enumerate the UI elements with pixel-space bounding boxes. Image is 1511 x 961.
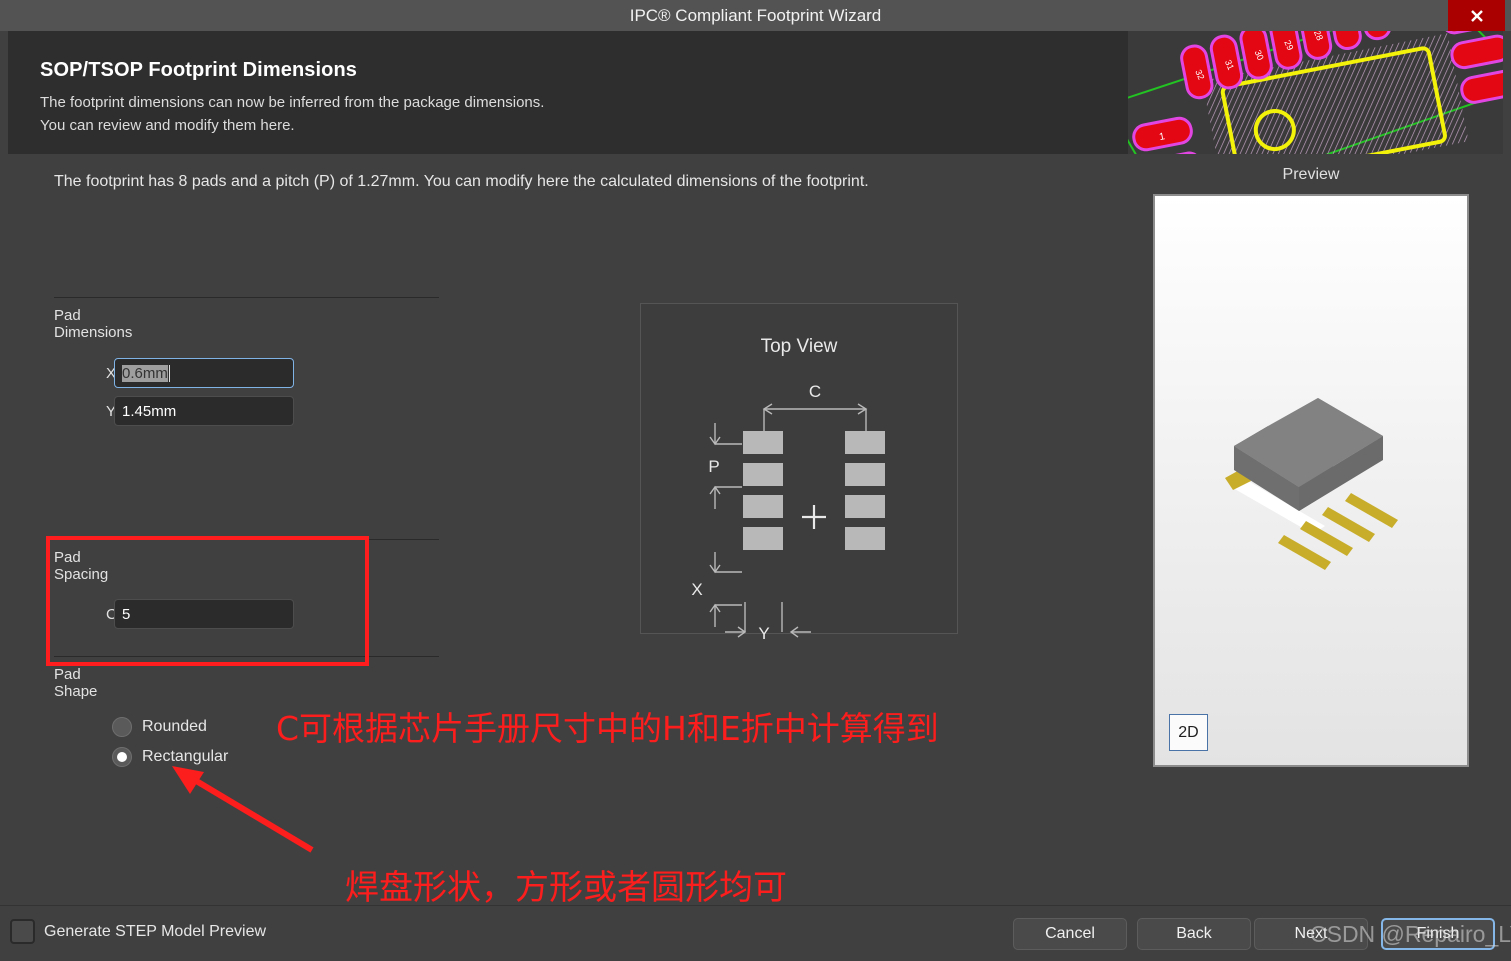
back-button-label: Back: [1176, 925, 1212, 942]
pad-dimension-y-input[interactable]: 1.45mm: [114, 396, 294, 426]
top-view-diagram: Top View C P X Y: [640, 303, 958, 643]
pad-shape-option-rounded[interactable]: Rounded: [112, 717, 207, 737]
top-view-graphic: C P X Y: [691, 382, 885, 643]
pad-dimension-y-row: Y 1.45mm: [54, 396, 294, 426]
pad-shape-option-rectangular-label: Rectangular: [142, 748, 229, 765]
page-subtitle-line2: You can review and modify them here.: [40, 117, 295, 134]
dimension-label-y: Y: [758, 624, 769, 643]
dimension-label-c: C: [809, 382, 821, 401]
window-title: IPC® Compliant Footprint Wizard: [629, 6, 882, 25]
preview-3d-model: [1225, 398, 1398, 570]
intro-text: The footprint has 8 pads and a pitch (P)…: [54, 173, 869, 190]
top-view-title: Top View: [760, 336, 838, 357]
close-icon: [1470, 9, 1483, 22]
pad-spacing-c-input[interactable]: 5: [114, 599, 294, 629]
pad-dimension-y-value: 1.45mm: [122, 402, 177, 420]
preview-label: Preview: [1282, 166, 1340, 183]
cancel-button-label: Cancel: [1045, 925, 1095, 942]
pad-dimension-x-value: 0.6mm: [122, 364, 168, 382]
header-pcb-artwork: 32 31 30 29 28 27 26 25 1: [1128, 31, 1503, 154]
dimension-label-p: P: [708, 457, 719, 476]
generate-step-model-checkbox[interactable]: Generate STEP Model Preview: [10, 919, 266, 944]
cancel-button[interactable]: Cancel: [1013, 918, 1127, 950]
close-button[interactable]: [1448, 0, 1505, 31]
pad-dimensions-title: Pad Dimensions: [54, 307, 141, 341]
pad-shape-option-rectangular[interactable]: Rectangular: [112, 747, 228, 767]
page-title: SOP/TSOP Footprint Dimensions: [40, 59, 358, 81]
generate-step-model-label: Generate STEP Model Preview: [44, 922, 267, 940]
section-divider: [54, 539, 439, 540]
wizard-header: SOP/TSOP Footprint Dimensions The footpr…: [8, 31, 1503, 154]
checkbox-icon: [10, 919, 35, 944]
back-button[interactable]: Back: [1137, 918, 1251, 950]
pad-dimension-x-input[interactable]: 0.6mm: [114, 358, 294, 388]
radio-icon: [112, 717, 132, 737]
pad-dimension-x-row: X 0.6mm: [54, 358, 294, 388]
pad-spacing-c-value: 5: [122, 605, 131, 623]
dimension-label-x: X: [691, 580, 702, 599]
preview-view-toggle[interactable]: 2D: [1169, 714, 1208, 751]
pad-spacing-c-row: C 5: [54, 599, 294, 629]
pad-shape-option-rounded-label: Rounded: [142, 718, 207, 735]
finish-button-label: Finish: [1416, 925, 1460, 942]
next-button[interactable]: Next: [1254, 918, 1368, 950]
pad-spacing-c-label: C: [106, 605, 117, 623]
preview-panel[interactable]: 2D: [1153, 194, 1469, 767]
wizard-content: The footprint has 8 pads and a pitch (P)…: [8, 154, 1503, 905]
page-subtitle-line1: The footprint dimensions can now be infe…: [40, 94, 545, 111]
radio-selected-icon: [112, 747, 132, 767]
finish-button[interactable]: Finish: [1381, 918, 1495, 950]
next-button-label: Next: [1294, 925, 1328, 942]
pad-spacing-title: Pad Spacing: [54, 549, 117, 583]
pad-shape-title: Pad Shape: [54, 666, 106, 700]
section-divider: [54, 297, 439, 298]
window-titlebar: IPC® Compliant Footprint Wizard: [0, 0, 1511, 31]
pad-dimension-x-label: X: [106, 364, 117, 382]
section-divider: [54, 656, 439, 657]
text-caret: [168, 364, 170, 382]
pad-dimension-y-label: Y: [106, 402, 117, 420]
